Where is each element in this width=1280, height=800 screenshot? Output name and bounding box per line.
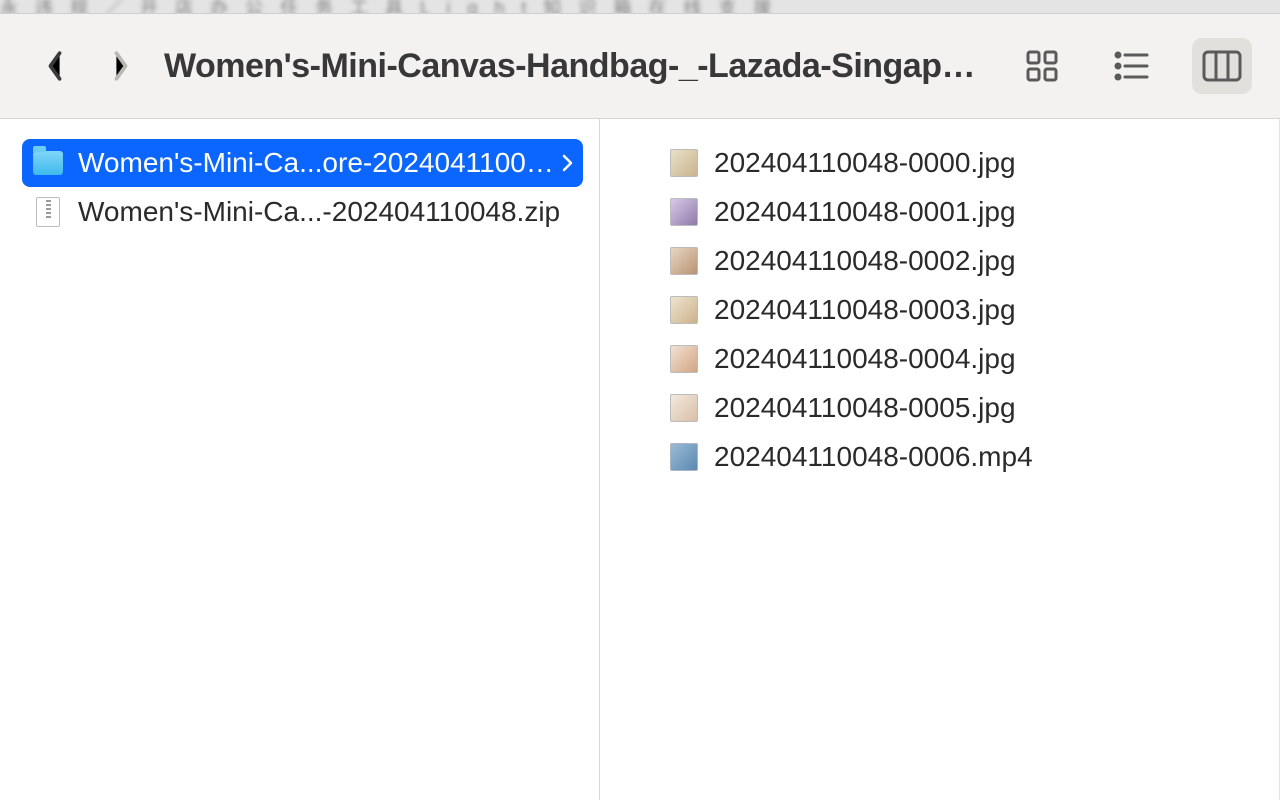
column-2[interactable]: 202404110048-0000.jpg 202404110048-0001.…: [600, 119, 1280, 800]
file-name-label: Women's-Mini-Ca...-202404110048.zip: [78, 196, 560, 228]
image-item[interactable]: 202404110048-0000.jpg: [658, 139, 1263, 187]
zip-icon: [32, 196, 64, 228]
image-item[interactable]: 202404110048-0003.jpg: [658, 286, 1263, 334]
folder-item[interactable]: Women's-Mini-Ca...ore-202404110048: [22, 139, 583, 187]
image-thumbnail-icon: [668, 147, 700, 179]
file-name-label: 202404110048-0001.jpg: [714, 196, 1016, 228]
zip-item[interactable]: Women's-Mini-Ca...-202404110048.zip: [22, 188, 583, 236]
image-thumbnail-icon: [668, 196, 700, 228]
image-thumbnail-icon: [668, 343, 700, 375]
file-name-label: Women's-Mini-Ca...ore-202404110048: [78, 147, 554, 179]
file-name-label: 202404110048-0004.jpg: [714, 343, 1016, 375]
file-name-label: 202404110048-0002.jpg: [714, 245, 1016, 277]
view-mode-controls: [1012, 38, 1252, 94]
view-columns-button[interactable]: [1192, 38, 1252, 94]
image-item[interactable]: 202404110048-0005.jpg: [658, 384, 1263, 432]
view-list-button[interactable]: [1102, 38, 1162, 94]
image-thumbnail-icon: [668, 294, 700, 326]
view-icons-button[interactable]: [1012, 38, 1072, 94]
file-name-label: 202404110048-0006.mp4: [714, 441, 1033, 473]
file-name-label: 202404110048-0005.jpg: [714, 392, 1016, 424]
forward-button[interactable]: [106, 46, 136, 86]
finder-toolbar: Women's-Mini-Canvas-Handbag-_-Lazada-Sin…: [0, 14, 1280, 119]
image-thumbnail-icon: [668, 392, 700, 424]
back-button[interactable]: [40, 46, 70, 86]
column-view: Women's-Mini-Ca...ore-202404110048 Women…: [0, 119, 1280, 800]
chevron-right-icon: [562, 147, 573, 179]
window-title: Women's-Mini-Canvas-Handbag-_-Lazada-Sin…: [164, 47, 992, 86]
system-menubar-fragment: 永 违 规 ／ 开 店 办 公 任 务 工 具 L i g h t 知 识 箱 …: [0, 0, 1280, 14]
file-name-label: 202404110048-0000.jpg: [714, 147, 1016, 179]
image-item[interactable]: 202404110048-0002.jpg: [658, 237, 1263, 285]
nav-arrows: [40, 46, 136, 86]
file-name-label: 202404110048-0003.jpg: [714, 294, 1016, 326]
image-item[interactable]: 202404110048-0004.jpg: [658, 335, 1263, 383]
folder-icon: [32, 147, 64, 179]
image-item[interactable]: 202404110048-0001.jpg: [658, 188, 1263, 236]
video-thumbnail-icon: [668, 441, 700, 473]
image-thumbnail-icon: [668, 245, 700, 277]
video-item[interactable]: 202404110048-0006.mp4: [658, 433, 1263, 481]
column-1[interactable]: Women's-Mini-Ca...ore-202404110048 Women…: [0, 119, 600, 800]
